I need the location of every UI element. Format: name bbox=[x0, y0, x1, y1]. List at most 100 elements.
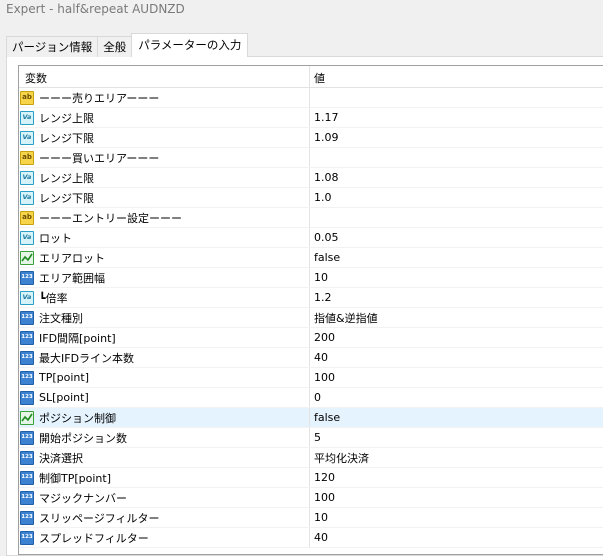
integer-icon: 123 bbox=[20, 470, 34, 485]
parameter-name: ーーー売りエリアーーー bbox=[39, 91, 160, 105]
parameter-name: エリアロット bbox=[39, 251, 105, 265]
double-icon: Va bbox=[20, 290, 34, 305]
parameter-name-cell[interactable]: 123 TP[point] bbox=[19, 368, 310, 387]
parameter-value-cell[interactable]: 1.0 bbox=[310, 188, 603, 207]
parameter-value: 1.09 bbox=[314, 131, 339, 144]
parameter-name: 制御TP[point] bbox=[39, 471, 111, 485]
parameter-value-cell[interactable]: 120 bbox=[310, 468, 603, 487]
parameter-value-cell[interactable] bbox=[310, 148, 603, 167]
integer-icon: 123 bbox=[20, 490, 34, 505]
parameter-value-cell[interactable]: 10 bbox=[310, 508, 603, 527]
tab-parameters[interactable]: パラメーターの入力 bbox=[131, 33, 249, 57]
parameter-row[interactable]: 123 マジックナンバー 100 bbox=[19, 488, 603, 508]
parameter-row[interactable]: 123 SL[point] 0 bbox=[19, 388, 603, 408]
parameter-row[interactable]: 123 決済選択 平均化決済 bbox=[19, 448, 603, 468]
parameter-value-cell[interactable] bbox=[310, 88, 603, 107]
parameter-name-cell[interactable]: 123 開始ポジション数 bbox=[19, 428, 310, 447]
integer-icon: 123 bbox=[20, 390, 34, 405]
parameter-value: 0.05 bbox=[314, 231, 339, 244]
parameter-row[interactable]: ab ーーー買いエリアーーー bbox=[19, 148, 603, 168]
parameter-value: 指値&逆指値 bbox=[314, 311, 378, 325]
integer-icon: 123 bbox=[20, 270, 34, 285]
parameter-row[interactable]: Va レンジ下限 1.0 bbox=[19, 188, 603, 208]
parameter-name-cell[interactable]: 123 IFD間隔[point] bbox=[19, 328, 310, 347]
parameter-name-cell[interactable]: ab ーーー売りエリアーーー bbox=[19, 88, 310, 107]
parameter-value-cell[interactable]: 0 bbox=[310, 388, 603, 407]
parameter-name-cell[interactable]: Va レンジ下限 bbox=[19, 188, 310, 207]
parameter-name-cell[interactable]: ab ーーーエントリー設定ーーー bbox=[19, 208, 310, 227]
parameters-grid: 変数 値 ab ーーー売りエリアーーー Va レンジ上限 1.17 Va レンジ下限 1.09… bbox=[18, 65, 603, 555]
parameter-row[interactable]: 123 スプレッドフィルター 40 bbox=[19, 528, 603, 548]
parameter-name-cell[interactable]: Va ┗倍率 bbox=[19, 288, 310, 307]
parameter-row[interactable]: 123 注文種別 指値&逆指値 bbox=[19, 308, 603, 328]
parameter-value-cell[interactable] bbox=[310, 208, 603, 227]
parameter-name: レンジ下限 bbox=[39, 131, 94, 145]
parameter-row[interactable]: 123 開始ポジション数 5 bbox=[19, 428, 603, 448]
parameter-row[interactable]: 123 制御TP[point] 120 bbox=[19, 468, 603, 488]
grid-rows: ab ーーー売りエリアーーー Va レンジ上限 1.17 Va レンジ下限 1.09 ab ーーー… bbox=[19, 88, 603, 548]
parameter-value-cell[interactable]: 5 bbox=[310, 428, 603, 447]
parameter-value: 40 bbox=[314, 531, 328, 544]
parameter-row[interactable]: Va レンジ上限 1.17 bbox=[19, 108, 603, 128]
parameter-value-cell[interactable]: 1.09 bbox=[310, 128, 603, 147]
parameter-name-cell[interactable]: 123 スリッページフィルター bbox=[19, 508, 310, 527]
parameter-name-cell[interactable]: 123 最大IFDライン本数 bbox=[19, 348, 310, 367]
column-header-variable[interactable]: 変数 bbox=[19, 66, 310, 87]
parameter-value-cell[interactable]: 1.17 bbox=[310, 108, 603, 127]
parameter-value-cell[interactable]: 平均化決済 bbox=[310, 448, 603, 467]
parameter-row[interactable]: Va ロット 0.05 bbox=[19, 228, 603, 248]
parameter-name-cell[interactable]: 123 制御TP[point] bbox=[19, 468, 310, 487]
parameter-row[interactable]: Va レンジ下限 1.09 bbox=[19, 128, 603, 148]
parameter-row[interactable]: ab ーーー売りエリアーーー bbox=[19, 88, 603, 108]
parameter-name-cell[interactable]: 123 エリア範囲幅 bbox=[19, 268, 310, 287]
parameter-name: スリッページフィルター bbox=[39, 511, 160, 525]
parameter-name-cell[interactable]: 123 SL[point] bbox=[19, 388, 310, 407]
parameter-value: 10 bbox=[314, 511, 328, 524]
parameter-value-cell[interactable]: 10 bbox=[310, 268, 603, 287]
tab-version-info[interactable]: パージョン情報 bbox=[6, 36, 99, 57]
parameter-row[interactable]: Va ┗倍率 1.2 bbox=[19, 288, 603, 308]
bool-icon bbox=[20, 250, 34, 265]
parameter-value-cell[interactable]: 0.05 bbox=[310, 228, 603, 247]
parameter-name-cell[interactable]: エリアロット bbox=[19, 248, 310, 267]
parameter-name-cell[interactable]: 123 スプレッドフィルター bbox=[19, 528, 310, 547]
double-icon: Va bbox=[20, 110, 34, 125]
parameter-value-cell[interactable]: 1.08 bbox=[310, 168, 603, 187]
parameter-row[interactable]: 123 最大IFDライン本数 40 bbox=[19, 348, 603, 368]
parameter-value-cell[interactable]: 指値&逆指値 bbox=[310, 308, 603, 327]
parameter-value: 1.2 bbox=[314, 291, 332, 304]
parameter-value-cell[interactable]: 200 bbox=[310, 328, 603, 347]
parameter-name: スプレッドフィルター bbox=[39, 531, 149, 545]
parameter-name-cell[interactable]: Va レンジ上限 bbox=[19, 168, 310, 187]
parameter-value-cell[interactable]: 100 bbox=[310, 368, 603, 387]
tab-general[interactable]: 全般 bbox=[97, 36, 133, 57]
parameter-row[interactable]: 123 IFD間隔[point] 200 bbox=[19, 328, 603, 348]
parameter-row[interactable]: 123 スリッページフィルター 10 bbox=[19, 508, 603, 528]
parameter-name-cell[interactable]: Va レンジ上限 bbox=[19, 108, 310, 127]
parameter-row[interactable]: Va レンジ上限 1.08 bbox=[19, 168, 603, 188]
parameter-name-cell[interactable]: ポジション制御 bbox=[19, 408, 310, 427]
parameter-value-cell[interactable]: 40 bbox=[310, 348, 603, 367]
parameter-value-cell[interactable]: false bbox=[310, 408, 603, 427]
parameter-value: false bbox=[314, 251, 341, 264]
parameter-value-cell[interactable]: 1.2 bbox=[310, 288, 603, 307]
column-header-value[interactable]: 値 bbox=[310, 66, 603, 87]
parameter-value-cell[interactable]: 40 bbox=[310, 528, 603, 547]
parameter-name-cell[interactable]: Va レンジ下限 bbox=[19, 128, 310, 147]
parameter-row[interactable]: ab ーーーエントリー設定ーーー bbox=[19, 208, 603, 228]
integer-icon: 123 bbox=[20, 450, 34, 465]
parameter-name-cell[interactable]: ab ーーー買いエリアーーー bbox=[19, 148, 310, 167]
parameter-value: 5 bbox=[314, 431, 321, 444]
parameter-row[interactable]: 123 TP[point] 100 bbox=[19, 368, 603, 388]
parameter-name: マジックナンバー bbox=[39, 491, 127, 505]
parameter-name-cell[interactable]: 123 マジックナンバー bbox=[19, 488, 310, 507]
parameter-value-cell[interactable]: false bbox=[310, 248, 603, 267]
parameter-row[interactable]: 123 エリア範囲幅 10 bbox=[19, 268, 603, 288]
parameter-name-cell[interactable]: 123 注文種別 bbox=[19, 308, 310, 327]
parameter-row[interactable]: エリアロット false bbox=[19, 248, 603, 268]
parameter-name-cell[interactable]: Va ロット bbox=[19, 228, 310, 247]
parameter-value-cell[interactable]: 100 bbox=[310, 488, 603, 507]
parameter-row[interactable]: ポジション制御 false bbox=[19, 408, 603, 428]
parameter-name-cell[interactable]: 123 決済選択 bbox=[19, 448, 310, 467]
parameter-value: 1.08 bbox=[314, 171, 339, 184]
